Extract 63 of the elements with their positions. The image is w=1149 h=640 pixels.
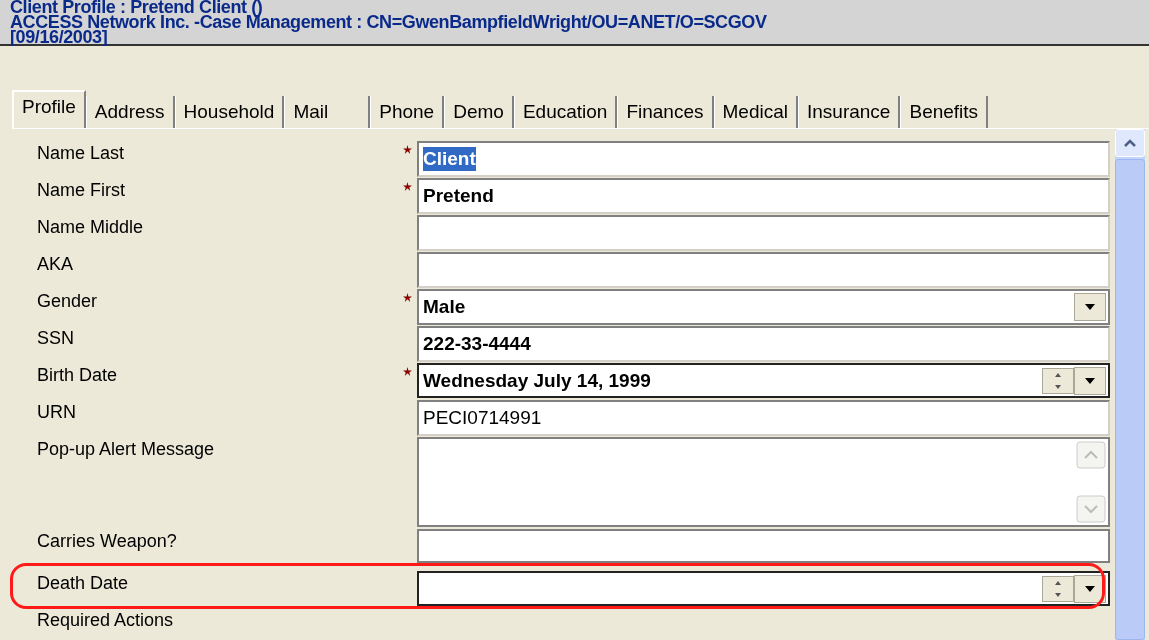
tab[interactable]: Benefits	[900, 96, 989, 128]
field-value: PECI0714991	[423, 406, 542, 430]
text-field[interactable]: 222-33-4444	[417, 326, 1110, 362]
text-field[interactable]	[417, 529, 1110, 563]
text-area[interactable]	[417, 437, 1110, 527]
field-label: SSN	[36, 327, 75, 350]
field-label: Required Actions	[36, 609, 175, 630]
scroll-down-icon	[1076, 495, 1106, 523]
date-field[interactable]: Wednesday July 14, 1999	[417, 363, 1110, 398]
field-label: Name Last	[36, 142, 126, 165]
field-label: URN	[36, 401, 77, 424]
text-field[interactable]: Pretend	[417, 178, 1110, 214]
field-label: Carries Weapon?	[36, 530, 178, 553]
field-value: Pretend	[423, 184, 494, 208]
field-label: Pop-up Alert Message	[36, 438, 216, 461]
caret-icon	[1084, 376, 1096, 385]
required-asterisk-icon	[403, 367, 412, 376]
spin-down-icon	[1055, 592, 1061, 597]
scroll-up-icon	[1076, 441, 1106, 469]
text-field[interactable]	[417, 252, 1110, 288]
caret-icon	[1084, 303, 1096, 311]
text-field[interactable]: PECI0714991	[417, 400, 1110, 436]
tab[interactable]: Demo	[444, 96, 514, 128]
tab[interactable]: Insurance	[798, 96, 901, 128]
tab[interactable]: Household	[174, 96, 285, 128]
title-line: [09/16/2003]	[10, 29, 108, 45]
tab[interactable]: Medical	[713, 96, 798, 128]
field-value: 222-33-4444	[423, 332, 531, 356]
title-line: ACCESS Network Inc. -Case Management : CN=GwenBampfieldWright/OU=ANET/O=SCGOV	[10, 14, 768, 30]
field-value: Wednesday July 14, 1999	[423, 368, 651, 393]
scroll-up-icon	[1123, 138, 1137, 148]
spin-up-icon	[1055, 580, 1061, 585]
dropdown-button[interactable]	[1074, 366, 1106, 395]
tab[interactable]: Education	[513, 96, 618, 128]
field-label: Birth Date	[36, 364, 119, 387]
tab[interactable]: Mail	[284, 96, 371, 128]
dropdown-field[interactable]: Male	[417, 289, 1110, 325]
spin-up-icon	[1055, 372, 1061, 377]
required-asterisk-icon	[403, 145, 412, 154]
text-field[interactable]	[417, 215, 1110, 251]
tab[interactable]: Phone	[370, 96, 445, 128]
dropdown-button[interactable]	[1074, 574, 1106, 603]
field-label: Name First	[36, 179, 126, 202]
field-label: Gender	[36, 290, 99, 313]
tab[interactable]: Finances	[617, 96, 714, 128]
tab[interactable]: Profile	[12, 90, 86, 128]
field-value: Male	[423, 295, 466, 319]
field-label: Name Middle	[36, 216, 145, 239]
text-field[interactable]: Client	[417, 141, 1110, 177]
field-label: AKA	[36, 253, 75, 276]
spin-down-icon	[1055, 384, 1061, 389]
dropdown-button[interactable]	[1074, 293, 1106, 321]
scroll-up-button[interactable]	[1115, 129, 1145, 157]
spin-buttons[interactable]	[1042, 575, 1074, 602]
date-field[interactable]	[417, 571, 1110, 606]
spin-buttons[interactable]	[1042, 367, 1074, 394]
field-label: Death Date	[36, 572, 130, 595]
required-asterisk-icon	[403, 182, 412, 191]
field-value: Client	[423, 147, 476, 171]
caret-icon	[1084, 584, 1096, 593]
title-line: Client Profile : Pretend Client ()	[10, 0, 263, 15]
required-asterisk-icon	[403, 293, 412, 302]
tab[interactable]: Address	[85, 96, 175, 128]
